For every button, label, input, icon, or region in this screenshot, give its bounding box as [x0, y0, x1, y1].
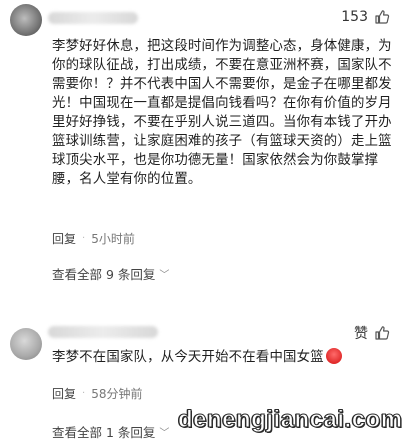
user-avatar[interactable] — [10, 4, 42, 36]
comment-meta: 回复 · 58分钟前 — [52, 385, 142, 402]
comment-time: 58分钟前 — [91, 387, 143, 401]
like-label: 赞 — [354, 326, 368, 342]
comment-text: 李梦不在国家队，从今天开始不在看中国女篮 — [52, 348, 392, 367]
view-all-replies-button[interactable]: 查看全部 1 条回复 ﹀ — [52, 422, 169, 441]
like-button[interactable]: 153 — [341, 9, 390, 25]
comment-time: 5小时前 — [91, 232, 135, 246]
view-all-replies-label: 查看全部 1 条回复 — [52, 425, 156, 440]
like-button[interactable]: 赞 — [354, 323, 390, 343]
thumbs-up-icon — [375, 326, 390, 340]
like-count: 153 — [341, 9, 368, 25]
chevron-down-icon: ﹀ — [159, 270, 170, 281]
username-blurred[interactable] — [48, 12, 138, 24]
comment-meta: 回复 · 5小时前 — [52, 230, 135, 247]
comment-text-content: 李梦不在国家队，从今天开始不在看中国女篮 — [52, 350, 324, 365]
separator-dot: · — [82, 388, 86, 399]
site-watermark: denengjiancai.com — [178, 406, 403, 434]
reply-button[interactable]: 回复 — [52, 230, 76, 247]
comment-item: 153 李梦好好休息，把这段时间作为调整心态，身体健康，为你的球队征战，打出成绩… — [0, 0, 410, 300]
comment-text: 李梦好好休息，把这段时间作为调整心态，身体健康，为你的球队征战，打出成绩，不要在… — [52, 39, 392, 187]
reply-button[interactable]: 回复 — [52, 385, 76, 402]
thumbs-up-icon — [375, 10, 390, 24]
separator-dot: · — [82, 233, 86, 244]
user-avatar[interactable] — [10, 328, 42, 360]
view-all-replies-label: 查看全部 9 条回复 — [52, 267, 156, 282]
username-blurred[interactable] — [48, 326, 158, 338]
angry-face-emoji-icon — [325, 348, 342, 364]
view-all-replies-button[interactable]: 查看全部 9 条回复 ﹀ — [52, 264, 169, 283]
chevron-down-icon: ﹀ — [159, 428, 170, 439]
